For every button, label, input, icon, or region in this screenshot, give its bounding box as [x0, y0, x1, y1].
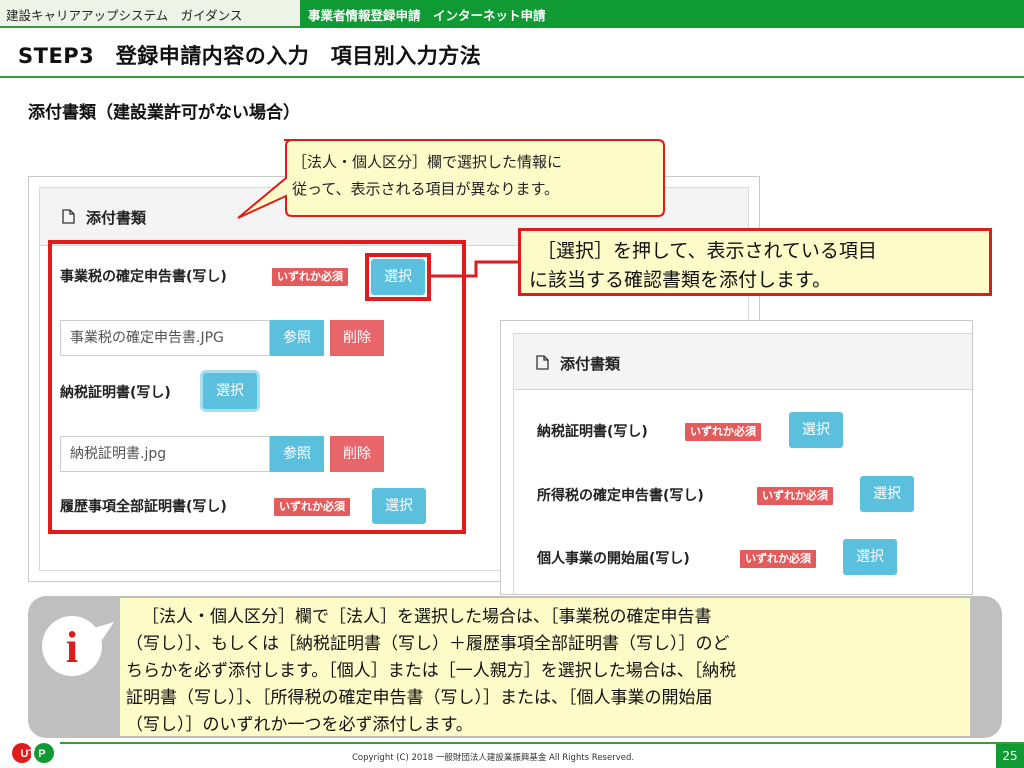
callout-line-1: ［選択］を押して、表示されている項目 — [537, 240, 877, 262]
info-icon: i — [36, 612, 120, 686]
select-instruction-callout: ［選択］を押して、表示されている項目 に該当する確認書類を添付します。 — [518, 228, 992, 296]
title-divider — [0, 76, 1024, 78]
logo-text: UT P — [20, 748, 45, 760]
required-badge: いずれか必須 — [740, 550, 816, 568]
bubble-line-2: 従って、表示される項目が異なります。 — [292, 180, 560, 198]
info-note-text: ［法人・個人区分］欄で［法人］を選択した場合は、［事業税の確定申告書 （写し）］… — [120, 598, 970, 736]
callout-connector-line — [430, 260, 522, 278]
info-line-3: ちらかを必ず添付します。［個人］または［一人親方］を選択した場合は、［納税 — [126, 661, 737, 681]
select-income-tax-return-button[interactable]: 選択 — [860, 476, 914, 512]
panel-heading-label: 添付書類 — [560, 355, 621, 373]
required-badge: いずれか必須 — [757, 487, 833, 505]
document-icon — [62, 209, 75, 228]
organization-logo: UT P — [10, 740, 58, 768]
select-tax-payment-certificate-individual-button[interactable]: 選択 — [789, 412, 843, 448]
header-left-label: 建設キャリアアップシステム ガイダンス — [6, 8, 243, 23]
callout-line-2: に該当する確認書類を添付します。 — [529, 269, 832, 291]
info-icon-letter: i — [66, 623, 78, 672]
required-badge: いずれか必須 — [685, 423, 761, 441]
page-number: 25 — [996, 744, 1024, 768]
select-business-start-notice-button[interactable]: 選択 — [843, 539, 897, 575]
field-label-business-start-notice: 個人事業の開始届(写し) — [537, 551, 690, 567]
info-line-2: （写し）］、もしくは［納税証明書（写し）＋履歴事項全部証明書（写し）］のど — [126, 634, 730, 654]
footer-divider — [60, 742, 1024, 744]
highlight-frame-select-button — [365, 253, 431, 301]
panel-heading-label: 添付書類 — [86, 209, 147, 227]
info-line-1: ［法人・個人区分］欄で［法人］を選択した場合は、［事業税の確定申告書 — [142, 607, 712, 627]
header-right-label: 事業者情報登録申請 インターネット申請 — [308, 8, 546, 23]
panel-heading: 添付書類 — [514, 334, 972, 390]
page-title: STEP3 登録申請内容の入力 項目別入力方法 — [18, 44, 482, 68]
copyright-text: Copyright (C) 2018 一般財団法人建設業振興基金 All Rig… — [352, 753, 635, 763]
info-line-4: 証明書（写し）］、［所得税の確定申告書（写し）］または、［個人事業の開始届 — [126, 688, 713, 708]
bubble-line-1: ［法人・個人区分］欄で選択した情報に — [292, 153, 563, 171]
field-label-income-tax-return: 所得税の確定申告書(写し) — [537, 488, 704, 504]
section-subtitle: 添付書類（建設業許可がない場合） — [28, 103, 300, 123]
document-icon — [536, 355, 549, 374]
field-label-tax-payment-certificate-individual: 納税証明書(写し) — [537, 424, 648, 440]
header-left-band: 建設キャリアアップシステム ガイダンス — [0, 0, 300, 28]
info-line-5: （写し）］のいずれか一つを必ず添付します。 — [126, 715, 473, 735]
display-items-bubble: ［法人・個人区分］欄で選択した情報に 従って、表示される項目が異なります。 — [232, 136, 668, 230]
header-right-band: 事業者情報登録申請 インターネット申請 — [300, 0, 1024, 28]
